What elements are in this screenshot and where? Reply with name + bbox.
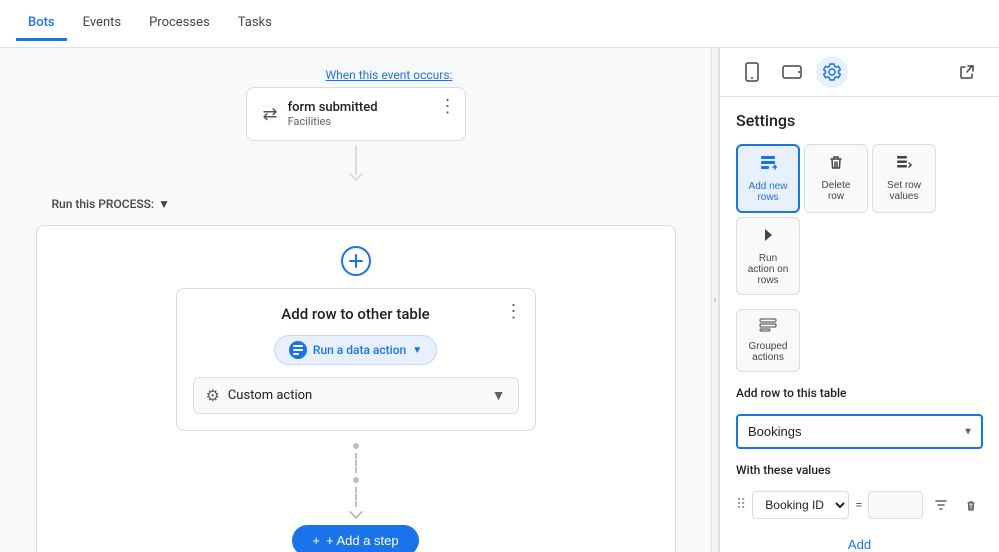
add-rows-icon: [759, 154, 777, 177]
add-step-button[interactable]: + + Add a step: [292, 525, 418, 552]
table-select[interactable]: Bookings Users Facilities: [736, 414, 983, 449]
tab-processes[interactable]: Processes: [137, 7, 222, 41]
run-action-on-rows-label: Run action on rows: [745, 253, 791, 286]
external-link-icon[interactable]: [951, 56, 983, 88]
grouped-actions-btn[interactable]: Grouped actions: [736, 309, 800, 372]
tab-events[interactable]: Events: [71, 7, 133, 41]
form-node-title: form submitted: [288, 100, 378, 115]
settings-actions: Add new rows Delete row Set row values R…: [736, 144, 983, 295]
dot1: [353, 443, 359, 449]
settings-title: Settings: [736, 111, 983, 130]
run-data-action-label: Run a data action: [313, 343, 406, 357]
table-select-wrapper: Bookings Users Facilities: [736, 414, 983, 449]
process-container: ⋮ Add row to other table Run a data acti…: [36, 225, 676, 552]
add-row-section-label: Add row to this table: [736, 386, 983, 400]
add-step-plus: +: [312, 533, 320, 548]
add-step-label: + Add a step: [326, 533, 399, 548]
add-new-rows-label: Add new rows: [746, 181, 790, 203]
run-data-icon: [289, 341, 307, 359]
top-nav: Bots Events Processes Tasks: [0, 0, 999, 48]
set-row-icon: [895, 153, 913, 176]
dotted-connector: [353, 443, 359, 513]
grouped-actions-inner-btn[interactable]: Grouped actions: [736, 309, 800, 372]
action-node-menu[interactable]: ⋮: [505, 301, 523, 322]
drag-handle[interactable]: ⠿: [736, 497, 746, 513]
grouped-actions-label: Grouped actions: [745, 341, 791, 363]
delete-row-icon: [827, 153, 845, 176]
add-button[interactable]: Add: [736, 533, 983, 552]
set-row-values-btn[interactable]: Set row values: [872, 144, 936, 213]
run-process-dropdown[interactable]: ▼: [158, 197, 170, 211]
run-action-on-rows-btn[interactable]: Run action on rows: [736, 217, 800, 295]
delete-row-label: Delete row: [813, 180, 859, 202]
dot-arrow: [348, 505, 362, 519]
custom-action-label: Custom action: [228, 388, 484, 403]
panel-top-bar: [720, 48, 999, 97]
form-node-menu[interactable]: ⋮: [439, 96, 457, 117]
collapse-icon: ›: [713, 295, 716, 306]
gear-icon: ⚙: [206, 386, 220, 405]
run-action-icon: [759, 226, 777, 249]
formula-row: ⠿ Booking ID =: [736, 491, 983, 519]
with-values-label: With these values: [736, 463, 983, 477]
value-input-area[interactable]: [868, 491, 923, 519]
sidebar-divider[interactable]: ›: [711, 48, 719, 552]
delete-row-btn[interactable]: Delete row: [804, 144, 868, 213]
add-new-rows-btn[interactable]: Add new rows: [736, 144, 800, 213]
tab-bots[interactable]: Bots: [16, 7, 67, 41]
equals-sign: =: [855, 498, 862, 513]
run-process-bar: Run this PROCESS: ▼: [36, 191, 676, 217]
action-node-title: Add row to other table: [193, 305, 519, 323]
set-row-values-label: Set row values: [881, 180, 927, 202]
tab-tasks[interactable]: Tasks: [226, 7, 284, 41]
settings-icon[interactable]: [816, 56, 848, 88]
form-node-subtitle: Facilities: [288, 115, 378, 128]
run-data-dropdown-arrow: ▼: [412, 345, 422, 356]
delete-row-icon-btn[interactable]: [959, 493, 983, 517]
dot-line: [355, 453, 357, 473]
connector-arrow: [348, 167, 362, 181]
settings-panel: Settings Add new rows Delete row Set row…: [719, 48, 999, 552]
mobile-icon[interactable]: [736, 56, 768, 88]
trigger-hint[interactable]: When this event occurs:: [326, 68, 453, 82]
custom-action-dropdown-arrow: ▼: [492, 387, 506, 404]
canvas: When this event occurs: ⇄ form submitted…: [0, 48, 711, 552]
filter-icon[interactable]: [929, 493, 953, 517]
dot2: [353, 477, 359, 483]
tablet-icon[interactable]: [776, 56, 808, 88]
action-node: ⋮ Add row to other table Run a data acti…: [176, 288, 536, 431]
grouped-icon: [759, 318, 777, 337]
main-layout: When this event occurs: ⇄ form submitted…: [0, 48, 999, 552]
shuffle-icon: ⇄: [263, 104, 278, 125]
form-submitted-node: ⇄ form submitted Facilities ⋮: [246, 87, 466, 141]
run-process-label: Run this PROCESS:: [52, 197, 155, 211]
field-select[interactable]: Booking ID: [752, 491, 849, 519]
custom-action-row[interactable]: ⚙ Custom action ▼: [193, 377, 519, 414]
add-step-circle[interactable]: [341, 246, 371, 276]
run-data-action-btn[interactable]: Run a data action ▼: [274, 335, 437, 365]
device-icons: [736, 56, 848, 88]
